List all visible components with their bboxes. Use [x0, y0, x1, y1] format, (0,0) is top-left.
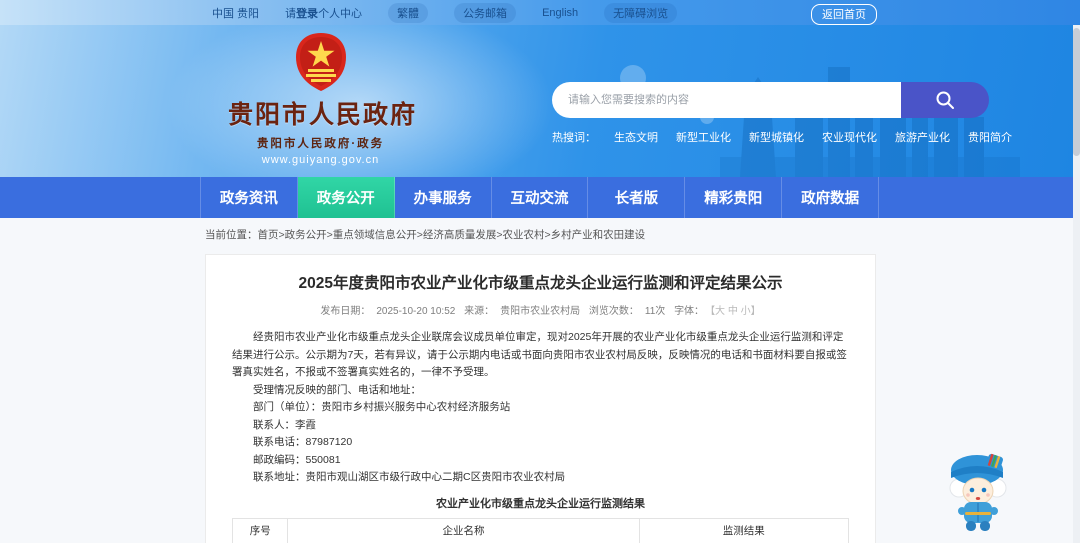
font-size-label: 字体：	[674, 306, 705, 317]
search-button[interactable]	[901, 82, 989, 118]
accessibility-link[interactable]: 无障碍浏览	[604, 2, 678, 23]
contact-person-line: 联系人：李霞	[253, 418, 316, 431]
views-value: 11次	[644, 306, 666, 317]
hot-word-agriculture[interactable]: 农业现代化	[822, 129, 877, 145]
mascot-assistant[interactable]	[946, 450, 1010, 539]
nav-tab-zhangzhe-ban[interactable]: 长者版	[588, 177, 686, 218]
official-mail-link[interactable]: 公务邮箱	[454, 2, 517, 23]
search-icon	[936, 91, 954, 109]
back-to-home-button[interactable]: 返回首页	[811, 4, 877, 25]
main-navigation: 政务资讯 政务公开 办事服务 互动交流 长者版 精彩贵阳 政府数据	[0, 177, 1080, 218]
postal-code-line: 邮政编码：550081	[253, 453, 341, 466]
login-strong: 登录	[296, 7, 319, 20]
breadcrumb-path[interactable]: 首页>政务公开>重点领域信息公开>经济高质量发展>农业农村>乡村产业和农田建设	[258, 229, 646, 241]
article-title: 2025年度贵阳市农业产业化市级重点龙头企业运行监测和评定结果公示	[298, 275, 783, 292]
contact-address-line: 联系地址：贵阳市观山湖区市级行政中心二期C区贵阳市农业农村局	[253, 471, 566, 483]
views-label: 浏览次数：	[588, 306, 639, 317]
hot-word-industry[interactable]: 新型工业化	[676, 129, 731, 145]
nav-tab-hudong-jiaoliu[interactable]: 互动交流	[492, 177, 589, 218]
publish-date: 2025-10-20 10:52	[376, 306, 456, 317]
top-utility-bar: 中国 贵阳 请登录个人中心 繁體 公务邮箱 English 无障碍浏览 返回首页	[0, 0, 1080, 25]
nav-tab-zhengwu-zixun[interactable]: 政务资讯	[200, 177, 298, 218]
site-banner: 贵阳市人民政府 贵阳市人民政府·政务 www.guiyang.gov.cn 热搜…	[0, 25, 1080, 177]
header-monitor-result: 监测结果	[638, 517, 850, 543]
contact-phone-line: 联系电话：87987120	[253, 436, 353, 448]
publish-date-label: 发布日期：	[320, 306, 371, 317]
login-link[interactable]: 请登录个人中心	[285, 5, 362, 21]
site-subtitle: 贵阳市人民政府·政务	[256, 138, 385, 150]
monitoring-result-table: 序号 企业名称 监测结果 1 贵州合力超市采购有限公司 合格 2 贵州友禾种业有…	[231, 517, 850, 543]
site-url: www.guiyang.gov.cn	[261, 154, 380, 166]
header-company-name: 企业名称	[287, 517, 640, 543]
national-emblem-icon	[295, 33, 346, 91]
site-title: 贵阳市人民政府	[228, 101, 418, 129]
scrollbar-track[interactable]	[1073, 25, 1080, 543]
hot-search-row: 热搜词： 生态文明 新型工业化 新型城镇化 农业现代化 旅游产业化 贵阳简介	[552, 129, 1012, 145]
article-meta: 发布日期： 2025-10-20 10:52 来源： 贵阳市农业农村局 浏览次数： 1…	[232, 302, 849, 317]
contact-department-line: 部门（单位）：贵阳市乡村振兴服务中心农村经济服务站	[253, 401, 511, 413]
article-paragraph-intro: 经贵阳市农业产业化市级重点龙头企业联席会议成员单位审定，现对2025年开展的农业…	[232, 331, 847, 378]
search-bar	[552, 82, 989, 118]
article-paragraph-accept: 受理情况反映的部门、电话和地址：	[253, 383, 421, 396]
breadcrumb: 当前位置：首页>政务公开>重点领域信息公开>经济高质量发展>农业农村>乡村产业和…	[205, 227, 645, 242]
mascot-character-icon	[949, 453, 1007, 531]
nav-tab-zhengfu-shuju[interactable]: 政府数据	[782, 177, 880, 218]
nav-tab-banshi-fuwu[interactable]: 办事服务	[395, 177, 492, 218]
hot-word-guiyang-intro[interactable]: 贵阳简介	[968, 129, 1012, 145]
site-logo-block[interactable]: 贵阳市人民政府 贵阳市人民政府·政务 www.guiyang.gov.cn	[228, 31, 418, 166]
nav-tab-jingcai-guiyang[interactable]: 精彩贵阳	[685, 177, 783, 218]
hot-search-label: 热搜词：	[552, 132, 596, 144]
hot-word-urbanization[interactable]: 新型城镇化	[749, 129, 804, 145]
region-label[interactable]: 中国 贵阳	[212, 5, 259, 21]
source-value: 贵阳市农业农村局	[500, 306, 581, 317]
header-serial-number: 序号	[231, 517, 289, 543]
scrollbar-thumb[interactable]	[1073, 28, 1080, 156]
search-input[interactable]	[552, 82, 901, 118]
breadcrumb-label: 当前位置：	[205, 229, 258, 241]
source-label: 来源：	[464, 306, 495, 317]
traditional-chinese-link[interactable]: 繁體	[388, 2, 429, 23]
english-link[interactable]: English	[542, 7, 578, 19]
table-header-row: 序号 企业名称 监测结果	[231, 517, 850, 543]
font-size-switcher[interactable]: 【大 中 小】	[710, 306, 761, 317]
login-post: 个人中心	[318, 7, 363, 20]
article-card: 2025年度贵阳市农业产业化市级重点龙头企业运行监测和评定结果公示 发布日期： 2…	[205, 254, 876, 543]
hot-word-ecology[interactable]: 生态文明	[614, 129, 658, 145]
nav-tab-zhengwu-gongkai[interactable]: 政务公开	[297, 177, 395, 218]
hot-word-tourism[interactable]: 旅游产业化	[895, 129, 950, 145]
login-pre: 请	[285, 7, 297, 20]
result-table-caption: 农业产业化市级重点龙头企业运行监测结果	[436, 497, 645, 510]
